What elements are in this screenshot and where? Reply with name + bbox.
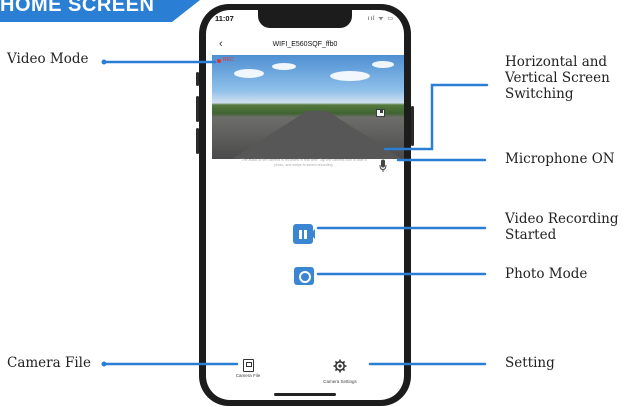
callout-screen-switch-line: Horizontal and [505,54,608,70]
callout-camera-file: Camera File [7,355,91,371]
callout-screen-switch-line: Switching [505,86,574,102]
callout-dot [101,59,107,65]
callout-photo-mode: Photo Mode [505,266,588,282]
callout-dot [101,361,107,367]
callout-microphone: Microphone ON [505,151,615,167]
callout-screen-switch: Horizontal and Vertical Screen Switching [505,54,610,102]
callout-screen-switch-line: Vertical Screen [505,70,610,86]
callout-setting: Setting [505,355,555,371]
callout-video-recording: Video Recording Started [505,211,618,243]
callout-line-screen-switch [383,83,489,151]
callout-video-recording-line: Started [505,227,557,243]
callout-video-recording-line: Video Recording [505,211,619,227]
callout-video-mode: Video Mode [7,51,89,67]
